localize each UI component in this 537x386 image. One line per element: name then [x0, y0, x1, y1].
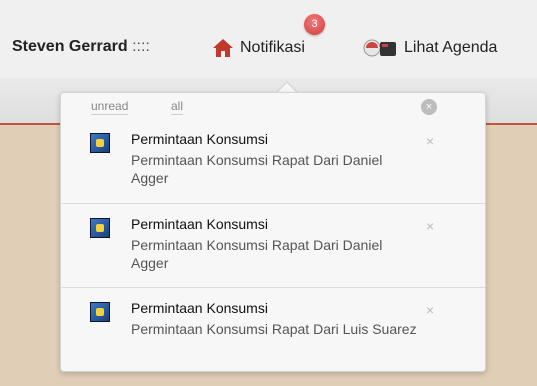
notification-item[interactable]: Permintaan Konsumsi Permintaan Konsumsi … [61, 287, 485, 372]
user-name-text: Steven Gerrard [12, 38, 128, 55]
dismiss-notification-icon[interactable]: × [426, 218, 434, 234]
notification-description: Permintaan Konsumsi Rapat Dari Daniel Ag… [131, 152, 383, 186]
agenda-label: Lihat Agenda [404, 39, 498, 56]
filter-all[interactable]: all [171, 99, 184, 115]
notifications-popup: unread all × Permintaan Konsumsi Permint… [60, 92, 486, 372]
notification-item[interactable]: Permintaan Konsumsi Permintaan Konsumsi … [61, 119, 485, 203]
twitter-bird-icon [90, 302, 110, 322]
notification-description: Permintaan Konsumsi Rapat Dari Luis Suar… [131, 321, 417, 337]
twitter-bird-icon [90, 218, 110, 238]
agenda-icon [360, 38, 398, 58]
dismiss-notification-icon[interactable]: × [426, 302, 434, 318]
home-icon [212, 38, 234, 58]
filter-unread[interactable]: unread [91, 99, 129, 115]
close-popup-icon[interactable]: × [421, 99, 437, 115]
notification-title: Permintaan Konsumsi [131, 216, 268, 232]
notification-title: Permintaan Konsumsi [131, 300, 268, 316]
dismiss-notification-icon[interactable]: × [426, 133, 434, 149]
user-name: Steven Gerrard :::: [12, 38, 150, 56]
notification-description: Permintaan Konsumsi Rapat Dari Daniel Ag… [131, 237, 383, 271]
notification-item[interactable]: Permintaan Konsumsi Permintaan Konsumsi … [61, 203, 485, 288]
user-separator: :::: [132, 38, 150, 55]
notification-count-badge: 3 [304, 14, 325, 35]
twitter-bird-icon [90, 133, 110, 153]
notifications-label: Notifikasi [240, 39, 305, 56]
notification-title: Permintaan Konsumsi [131, 131, 268, 147]
agenda-link[interactable]: Lihat Agenda [360, 38, 497, 58]
notifications-link[interactable]: Notifikasi [212, 38, 305, 58]
